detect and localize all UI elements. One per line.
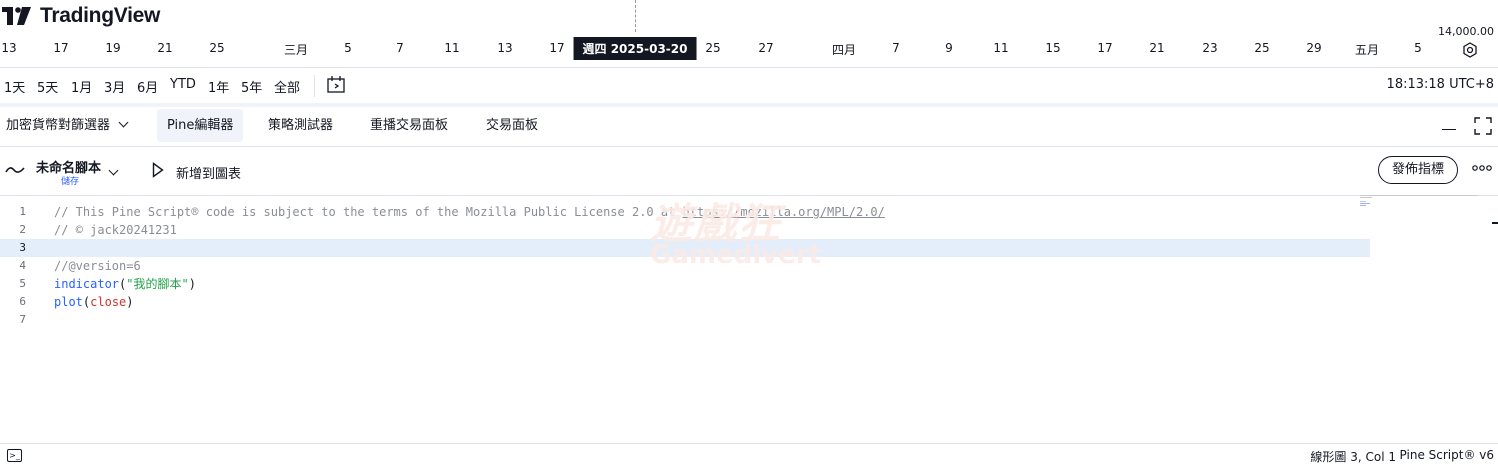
scrollbar-cursor-marker bbox=[1492, 222, 1498, 224]
play-icon[interactable] bbox=[152, 162, 164, 178]
code-token: // This Pine Script® code is subject to … bbox=[54, 205, 683, 219]
date-tick: 5 bbox=[344, 41, 352, 55]
date-tick: 5 bbox=[1414, 41, 1422, 55]
date-tick: 17 bbox=[549, 41, 565, 55]
code-line[interactable]: 5 indicator("我的腳本") bbox=[0, 275, 1370, 293]
line-number: 3 bbox=[19, 241, 26, 254]
line-number: 2 bbox=[19, 223, 26, 236]
range-5d[interactable]: 5天 bbox=[37, 77, 58, 96]
range-5y[interactable]: 5年 bbox=[241, 77, 262, 96]
code-line[interactable]: 7 bbox=[0, 311, 1370, 329]
date-tick: 23 bbox=[1202, 41, 1218, 55]
date-axis: 13 17 19 21 25 三月 5 7 11 13 17 週四 2025-0… bbox=[0, 37, 1498, 61]
date-tick: 7 bbox=[892, 41, 900, 55]
date-tick: 21 bbox=[157, 41, 173, 55]
tab-crypto-screener[interactable]: 加密貨幣對篩選器 bbox=[0, 109, 137, 142]
tab-label: 加密貨幣對篩選器 bbox=[6, 118, 111, 133]
code-token: ) bbox=[188, 277, 196, 291]
maximize-icon[interactable] bbox=[1474, 117, 1492, 135]
date-tick: 25 bbox=[705, 41, 721, 55]
date-tick: 13 bbox=[1, 41, 17, 55]
range-1m[interactable]: 1月 bbox=[71, 77, 92, 96]
date-tick: 17 bbox=[1097, 41, 1113, 55]
tradingview-logo-icon bbox=[2, 7, 31, 25]
code-minimap[interactable] bbox=[1360, 195, 1478, 207]
more-icon[interactable] bbox=[1472, 165, 1492, 171]
range-6m[interactable]: 6月 bbox=[137, 77, 158, 96]
code-text: indicator("我的腳本") bbox=[54, 275, 196, 293]
code-token: indicator bbox=[54, 277, 120, 291]
status-bar: >_ 線形圖 3, Col 1 Pine Script® v6 bbox=[0, 443, 1498, 468]
chevron-down-icon bbox=[118, 117, 129, 128]
code-token: ) bbox=[126, 295, 134, 309]
tab-label: 策略測試器 bbox=[268, 118, 334, 133]
chevron-down-icon[interactable] bbox=[108, 165, 119, 176]
range-1y[interactable]: 1年 bbox=[208, 77, 229, 96]
date-tick: 25 bbox=[1254, 41, 1270, 55]
range-3m[interactable]: 3月 bbox=[104, 77, 125, 96]
date-tick: 21 bbox=[1149, 41, 1165, 55]
code-line[interactable]: 6 plot(close) bbox=[0, 293, 1370, 311]
line-number: 6 bbox=[19, 295, 26, 308]
range-1d[interactable]: 1天 bbox=[4, 77, 25, 96]
code-token: close bbox=[90, 295, 127, 309]
tab-trading-panel[interactable]: 交易面板 bbox=[476, 109, 548, 142]
minimize-icon[interactable] bbox=[1442, 129, 1456, 130]
clock-timezone[interactable]: 18:13:18 UTC+8 bbox=[1387, 77, 1494, 92]
console-icon[interactable]: >_ bbox=[7, 449, 22, 462]
editor-toolbar: 未命名腳本 儲存 新增到圖表 發佈指標 bbox=[0, 146, 1498, 196]
line-number: 4 bbox=[19, 259, 26, 272]
date-tick: 29 bbox=[1306, 41, 1322, 55]
date-tick: 四月 bbox=[831, 43, 857, 57]
date-tick: 五月 bbox=[1354, 43, 1380, 57]
brand[interactable]: TradingView bbox=[2, 4, 160, 28]
save-link[interactable]: 儲存 bbox=[61, 174, 79, 187]
date-tick: 17 bbox=[53, 41, 69, 55]
compare-icon[interactable] bbox=[326, 75, 346, 95]
code-token: // © jack20241231 bbox=[54, 223, 177, 237]
line-number: 5 bbox=[19, 277, 26, 290]
date-tick: 13 bbox=[497, 41, 513, 55]
code-text: //@version=6 bbox=[54, 257, 141, 275]
tab-label: 重播交易面板 bbox=[370, 118, 449, 133]
watermark-en: Gamedivert bbox=[650, 240, 821, 270]
tab-replay-trading[interactable]: 重播交易面板 bbox=[360, 109, 458, 142]
date-tick: 15 bbox=[1045, 41, 1061, 55]
line-number: 1 bbox=[19, 205, 26, 218]
brand-name: TradingView bbox=[40, 4, 161, 27]
range-ytd[interactable]: YTD bbox=[170, 77, 196, 92]
date-tick: 7 bbox=[396, 41, 404, 55]
date-tick: 11 bbox=[993, 41, 1009, 55]
publish-indicator-button[interactable]: 發佈指標 bbox=[1378, 156, 1458, 184]
date-tick: 三月 bbox=[283, 43, 309, 57]
code-token: plot bbox=[54, 295, 83, 309]
indicator-wave-icon bbox=[5, 167, 25, 173]
pine-version[interactable]: Pine Script® v6 bbox=[1400, 448, 1494, 462]
settings-icon[interactable] bbox=[1462, 42, 1478, 58]
range-all[interactable]: 全部 bbox=[274, 77, 300, 96]
code-token: //@version=6 bbox=[54, 259, 141, 273]
date-tick: 25 bbox=[209, 41, 225, 55]
divider bbox=[314, 75, 315, 97]
tab-pine-editor[interactable]: Pine編輯器 bbox=[157, 109, 244, 142]
code-text: plot(close) bbox=[54, 293, 134, 311]
bottom-panel-tabs: 加密貨幣對篩選器 Pine編輯器 策略測試器 重播交易面板 交易面板 bbox=[0, 107, 1498, 145]
date-tick: 19 bbox=[105, 41, 121, 55]
line-number: 7 bbox=[19, 313, 26, 326]
crosshair-date-label: 週四 2025-03-20 bbox=[573, 37, 697, 60]
tab-label: 交易面板 bbox=[486, 118, 539, 133]
date-tick: 27 bbox=[758, 41, 774, 55]
code-text: // © jack20241231 bbox=[54, 221, 177, 239]
range-bar: 1天 5天 1月 3月 6月 YTD 1年 5年 全部 18:13:18 UTC… bbox=[0, 67, 1498, 104]
tab-label: Pine編輯器 bbox=[167, 118, 234, 133]
tab-strategy-tester[interactable]: 策略測試器 bbox=[258, 109, 343, 142]
cursor-position[interactable]: 線形圖 3, Col 1 bbox=[1310, 448, 1396, 465]
code-token: "我的腳本" bbox=[126, 277, 189, 291]
date-tick: 9 bbox=[945, 41, 953, 55]
crosshair-line bbox=[635, 0, 636, 32]
add-to-chart-button[interactable]: 新增到圖表 bbox=[176, 163, 241, 182]
date-tick: 11 bbox=[444, 41, 460, 55]
